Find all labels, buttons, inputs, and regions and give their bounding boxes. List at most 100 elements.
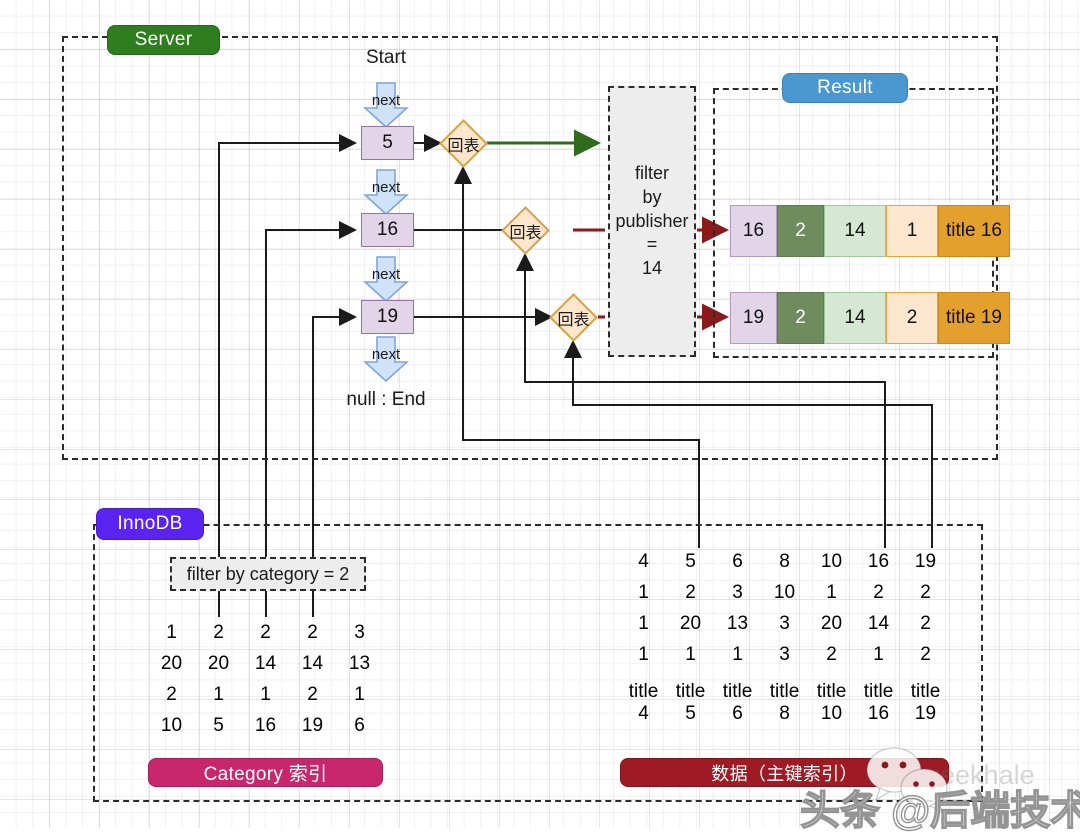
filter-publisher-line-4: = xyxy=(646,234,658,255)
result-cell-id: 16 xyxy=(730,205,777,257)
cell: 20 xyxy=(207,652,230,674)
table-row: 4 5 6 8 10 16 19 xyxy=(620,546,949,577)
filter-publisher-line-2: by xyxy=(642,186,662,207)
cell: title 10 xyxy=(816,681,847,724)
cell: 3 xyxy=(732,581,743,603)
start-label: Start xyxy=(365,47,407,68)
table-row: 10 5 16 19 6 xyxy=(148,710,383,741)
cell: title 4 xyxy=(628,681,659,724)
cell: 2 xyxy=(873,581,884,603)
result-label-pill: Result xyxy=(782,73,908,103)
list-node-value: 19 xyxy=(376,306,399,327)
lookup-diamond-2[interactable]: 回表 xyxy=(501,206,550,255)
cell: 2 xyxy=(166,683,177,705)
list-node-value: 16 xyxy=(376,219,399,240)
table-row: 1 2 3 10 1 2 2 xyxy=(620,577,949,608)
lookup-diamond-1[interactable]: 回表 xyxy=(439,119,488,168)
cell: 1 xyxy=(354,683,365,705)
cell: 20 xyxy=(820,612,843,634)
cell: 2 xyxy=(307,621,318,643)
cell: 2 xyxy=(920,612,931,634)
lookup-diamond-label: 回表 xyxy=(509,224,542,242)
cell: 4 xyxy=(638,550,649,572)
data-index-caption: 数据（主键索引） xyxy=(620,758,949,787)
category-index-table: 1 2 2 2 3 20 20 14 14 13 2 1 1 2 1 10 5 … xyxy=(148,617,383,741)
cell: 1 xyxy=(873,643,884,665)
filter-category-text: filter by category = 2 xyxy=(186,563,350,584)
category-index-caption-label: Category 索引 xyxy=(203,764,328,785)
filter-publisher-line-5: 14 xyxy=(641,258,663,279)
table-row: 1 2 2 2 3 xyxy=(148,617,383,648)
server-label-pill: Server xyxy=(107,25,220,55)
next-arrow-label-4: next xyxy=(371,346,401,363)
cell: title 6 xyxy=(722,681,753,724)
data-index-table: 4 5 6 8 10 16 19 1 2 3 10 1 2 2 1 20 13 … xyxy=(620,546,949,735)
table-row: 2 1 1 2 1 xyxy=(148,679,383,710)
filter-publisher-text-wrap: filter by publisher = 14 xyxy=(608,86,696,357)
list-node-16[interactable]: 16 xyxy=(361,213,414,247)
cell: 10 xyxy=(160,714,183,736)
cell: 10 xyxy=(773,581,796,603)
list-node-19[interactable]: 19 xyxy=(361,300,414,334)
cell: 1 xyxy=(826,581,837,603)
cell: 19 xyxy=(301,714,324,736)
cell: 1 xyxy=(638,612,649,634)
lookup-diamond-label: 回表 xyxy=(557,311,590,329)
filter-publisher-line-3: publisher xyxy=(615,210,689,231)
end-label: null : End xyxy=(346,389,426,410)
next-arrow-4: next xyxy=(362,336,410,383)
cell: 2 xyxy=(307,683,318,705)
result-cell-flag: 1 xyxy=(886,205,938,257)
cell: 16 xyxy=(867,550,890,572)
data-index-caption-label: 数据（主键索引） xyxy=(711,763,858,784)
cell: 2 xyxy=(685,581,696,603)
table-row: 1 1 1 3 2 1 2 xyxy=(620,639,949,670)
next-arrow-2: next xyxy=(362,169,410,216)
cell: 20 xyxy=(160,652,183,674)
next-arrow-label-3: next xyxy=(371,266,401,283)
cell: 2 xyxy=(260,621,271,643)
cell: title 8 xyxy=(769,681,800,724)
table-row: title 4 title 5 title 6 title 8 title 10… xyxy=(620,670,949,735)
cell: 2 xyxy=(920,643,931,665)
cell: 5 xyxy=(685,550,696,572)
result-cell-category: 2 xyxy=(777,292,824,344)
cell: 2 xyxy=(920,581,931,603)
next-arrow-label-2: next xyxy=(371,179,401,196)
cell: 8 xyxy=(779,550,790,572)
result-cell-title: title 19 xyxy=(938,292,1010,344)
result-cell-publisher: 14 xyxy=(824,205,886,257)
cell: 20 xyxy=(679,612,702,634)
cell: 1 xyxy=(638,581,649,603)
cell: 16 xyxy=(254,714,277,736)
result-cell-publisher: 14 xyxy=(824,292,886,344)
list-node-5[interactable]: 5 xyxy=(361,126,414,160)
cell: 3 xyxy=(779,643,790,665)
cell: 13 xyxy=(348,652,371,674)
cell: 2 xyxy=(826,643,837,665)
table-row: 1 20 13 3 20 14 2 xyxy=(620,608,949,639)
filter-publisher-line-1: filter xyxy=(634,163,669,184)
next-arrow-1: next xyxy=(362,82,410,129)
result-cell-id: 19 xyxy=(730,292,777,344)
result-cell-title: title 16 xyxy=(938,205,1010,257)
server-label: Server xyxy=(134,29,193,50)
cell: 1 xyxy=(213,683,224,705)
result-label: Result xyxy=(817,77,873,98)
cell: 2 xyxy=(213,621,224,643)
cell: 1 xyxy=(260,683,271,705)
cell: title 16 xyxy=(863,681,894,724)
innodb-label-pill: InnoDB xyxy=(96,508,204,540)
list-node-value: 5 xyxy=(382,132,393,153)
innodb-label: InnoDB xyxy=(117,513,183,534)
lookup-diamond-label: 回表 xyxy=(447,137,480,155)
cell: 1 xyxy=(685,643,696,665)
cell: 10 xyxy=(820,550,843,572)
cell: title 19 xyxy=(910,681,941,724)
next-arrow-label-1: next xyxy=(371,92,401,109)
category-index-caption: Category 索引 xyxy=(148,758,383,787)
cell: 6 xyxy=(354,714,365,736)
lookup-diamond-3[interactable]: 回表 xyxy=(549,293,598,342)
table-row: 20 20 14 14 13 xyxy=(148,648,383,679)
cell: 13 xyxy=(726,612,749,634)
